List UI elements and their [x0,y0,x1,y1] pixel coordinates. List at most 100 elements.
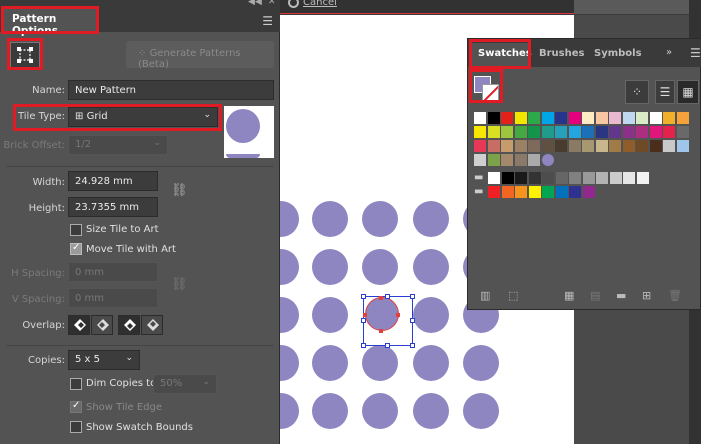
color-swatch[interactable] [487,126,500,138]
color-swatch[interactable] [622,140,635,152]
color-swatch[interactable] [636,126,648,138]
color-swatch[interactable] [582,186,595,198]
color-swatch[interactable] [582,126,594,138]
tab-symbols[interactable]: Symbols [594,45,642,67]
trash-icon[interactable]: 🗑 [668,289,682,302]
pattern-swatch[interactable] [501,154,513,166]
color-swatch[interactable] [555,112,567,124]
show-swatch-kinds-button[interactable]: ⁘ [625,80,649,104]
tile-handle[interactable] [410,294,415,299]
anchor-point[interactable] [396,313,400,317]
copies-select[interactable]: 5 x 5 ⌄ [68,350,140,370]
anchor-point[interactable] [379,296,383,300]
color-swatch[interactable] [501,140,513,152]
color-swatch[interactable] [542,172,554,184]
pattern-swatch[interactable] [528,154,540,166]
color-swatch[interactable] [528,112,540,124]
color-swatch[interactable] [501,172,514,184]
anchor-point[interactable] [379,329,383,333]
color-swatch[interactable] [501,112,513,124]
swatch-options-icon[interactable]: ▤ [590,289,600,302]
color-swatch[interactable] [609,126,621,138]
generate-patterns-button[interactable]: ⁘ Generate Patterns (Beta) [126,41,274,70]
color-swatch[interactable] [568,140,581,152]
color-swatch[interactable] [595,126,608,138]
color-swatch[interactable] [623,172,635,184]
color-swatch[interactable] [515,172,527,184]
color-swatch[interactable] [636,112,648,124]
h-spacing-field[interactable] [68,262,158,282]
color-swatch[interactable] [596,172,608,184]
color-swatch[interactable] [622,126,635,138]
color-swatch[interactable] [676,126,689,138]
pattern-swatch[interactable] [514,154,527,166]
panel-menu-icon[interactable]: ☰ [690,46,701,60]
anchor-point[interactable] [363,313,367,317]
tile-handle[interactable] [410,343,415,348]
pattern-tile-circle[interactable] [365,297,399,331]
color-swatch[interactable] [663,126,675,138]
color-swatch[interactable] [487,140,500,152]
color-swatch[interactable] [649,140,662,152]
color-swatch[interactable] [555,186,568,198]
color-swatch[interactable] [474,126,486,138]
color-swatch[interactable] [555,172,568,184]
cancel-link[interactable]: Cancel [288,0,337,8]
name-field[interactable] [68,80,274,100]
color-swatch[interactable] [488,186,500,198]
size-tile-checkbox[interactable] [70,224,82,236]
color-swatch[interactable] [568,126,581,138]
link-icon[interactable]: ⛓ [171,183,188,198]
color-swatch[interactable] [636,172,649,184]
panel-menu-icon[interactable]: ☰ [262,14,273,28]
color-swatch[interactable] [474,140,486,152]
tab-swatches[interactable]: Swatches [472,43,532,67]
color-swatch[interactable] [514,140,527,152]
color-swatch[interactable] [595,140,608,152]
color-swatch[interactable] [609,172,622,184]
thumbnail-view-icon[interactable]: ▦ [677,80,699,104]
color-swatch[interactable] [541,112,554,124]
color-swatch[interactable] [541,126,554,138]
color-swatch[interactable] [474,112,486,124]
tile-handle[interactable] [385,343,390,348]
width-field[interactable] [68,171,158,191]
color-swatch[interactable] [541,140,554,152]
color-swatch[interactable] [568,112,581,124]
color-swatch[interactable] [528,172,541,184]
color-swatch[interactable] [514,112,527,124]
height-field[interactable] [68,197,158,217]
color-swatch[interactable] [663,112,675,124]
color-swatch[interactable] [487,112,500,124]
new-group-icon[interactable]: ▬ [616,289,626,302]
overlap-left-in-front-button[interactable] [68,315,90,335]
color-swatch[interactable] [501,126,513,138]
color-swatch[interactable] [676,140,689,152]
color-swatch[interactable] [622,112,635,124]
color-swatch[interactable] [555,140,567,152]
tile-handle[interactable] [361,318,366,323]
dim-copies-select[interactable]: 50% ⌄ [153,374,217,394]
color-swatch[interactable] [542,186,554,198]
new-swatch-icon[interactable]: ⊞ [642,289,651,302]
brick-offset-select[interactable]: 1/2 ⌄ [68,135,168,155]
tile-handle[interactable] [361,343,366,348]
pattern-tile-tool-button[interactable] [10,42,40,68]
more-tabs-icon[interactable]: » [666,47,672,58]
color-swatch[interactable] [515,186,527,198]
show-swatch-bounds-checkbox[interactable] [70,421,82,433]
color-swatch[interactable] [582,172,595,184]
color-swatch[interactable] [582,112,594,124]
color-swatch[interactable] [649,112,662,124]
tile-handle[interactable] [385,294,390,299]
pattern-swatch[interactable] [474,154,486,166]
color-swatch[interactable] [582,140,594,152]
dim-copies-checkbox[interactable] [70,378,82,390]
link-icon[interactable]: ⛓ [171,277,188,292]
tab-pattern-options[interactable]: Pattern Options [4,7,97,37]
overlap-right-in-front-button[interactable] [91,315,113,335]
color-group-folder-icon[interactable]: ▬ [474,186,483,197]
move-tile-checkbox[interactable] [70,242,82,255]
add-to-library-icon[interactable]: ⬚ [508,289,518,302]
overlap-top-in-front-button[interactable] [118,315,140,335]
